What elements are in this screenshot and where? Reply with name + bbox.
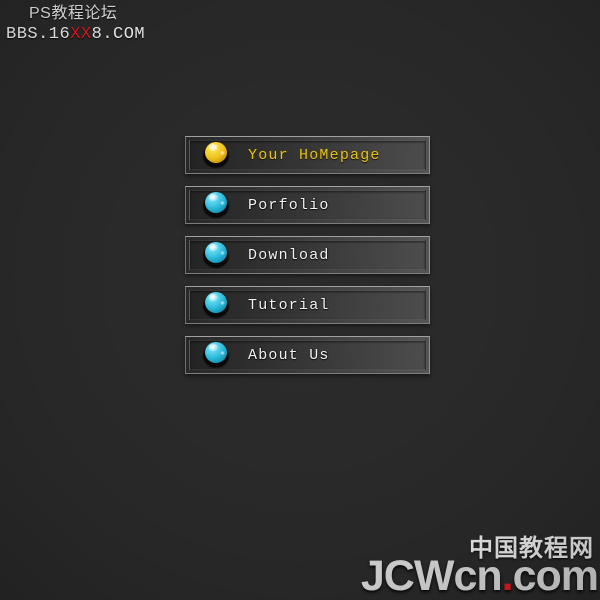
menu-button-inner-panel: Download (189, 240, 426, 270)
glossy-orb-icon (202, 341, 230, 369)
glossy-orb-icon (202, 191, 230, 219)
watermark-url-suffix: 8.COM (91, 25, 146, 45)
menu-button-inner-panel: Porfolio (189, 190, 426, 220)
orb-highlight (208, 244, 218, 251)
watermark-domain-suffix: com (512, 552, 599, 600)
menu-button-tutorial[interactable]: Tutorial (185, 286, 430, 324)
orb-sphere (205, 192, 227, 213)
glossy-orb-icon (202, 291, 230, 319)
menu-item-label: Your HoMepage (248, 146, 381, 164)
watermark-url-accent: XX (70, 25, 92, 45)
menu-button-download[interactable]: Download (185, 236, 430, 274)
orb-sphere (205, 142, 227, 163)
glossy-orb-icon (202, 141, 230, 169)
orb-highlight (208, 144, 218, 151)
orb-sphere (205, 342, 227, 363)
orb-highlight-dot (220, 351, 225, 355)
orb-highlight-dot (220, 301, 225, 305)
orb-sphere (205, 292, 227, 313)
orb-highlight (208, 194, 218, 201)
watermark-forum-name: PS教程论坛 (29, 5, 118, 22)
menu-button-inner-panel: Tutorial (189, 290, 426, 320)
orb-highlight (208, 294, 218, 301)
watermark-top-left: PS教程论坛 BBS.16XX8.COM (6, 4, 145, 46)
navigation-menu: Your HoMepage Porfolio Download Tutorial… (185, 136, 430, 386)
menu-item-label: Porfolio (248, 196, 330, 214)
canvas: PS教程论坛 BBS.16XX8.COM Your HoMepage Porfo… (0, 0, 600, 600)
menu-item-label: Download (248, 246, 330, 264)
menu-item-label: About Us (248, 346, 330, 364)
watermark-bottom-right: 中国教程网 JCWcn.com (360, 537, 599, 600)
menu-item-label: Tutorial (248, 296, 330, 314)
menu-button-home[interactable]: Your HoMepage (185, 136, 430, 174)
watermark-domain-prefix: JCWcn (360, 552, 503, 600)
orb-highlight-dot (220, 251, 225, 255)
orb-highlight-dot (220, 151, 225, 155)
menu-button-about-us[interactable]: About Us (185, 336, 430, 374)
menu-button-inner-panel: Your HoMepage (189, 140, 426, 170)
menu-button-portfolio[interactable]: Porfolio (185, 186, 430, 224)
orb-highlight (208, 344, 218, 351)
menu-button-inner-panel: About Us (189, 340, 426, 370)
watermark-domain-dot: . (501, 552, 514, 600)
watermark-url-prefix: BBS.16 (6, 25, 71, 45)
glossy-orb-icon (202, 241, 230, 269)
orb-highlight-dot (220, 201, 225, 205)
watermark-forum-url: BBS.16XX8.COM (6, 24, 145, 46)
orb-sphere (205, 242, 227, 263)
watermark-site-domain: JCWcn.com (360, 552, 599, 600)
